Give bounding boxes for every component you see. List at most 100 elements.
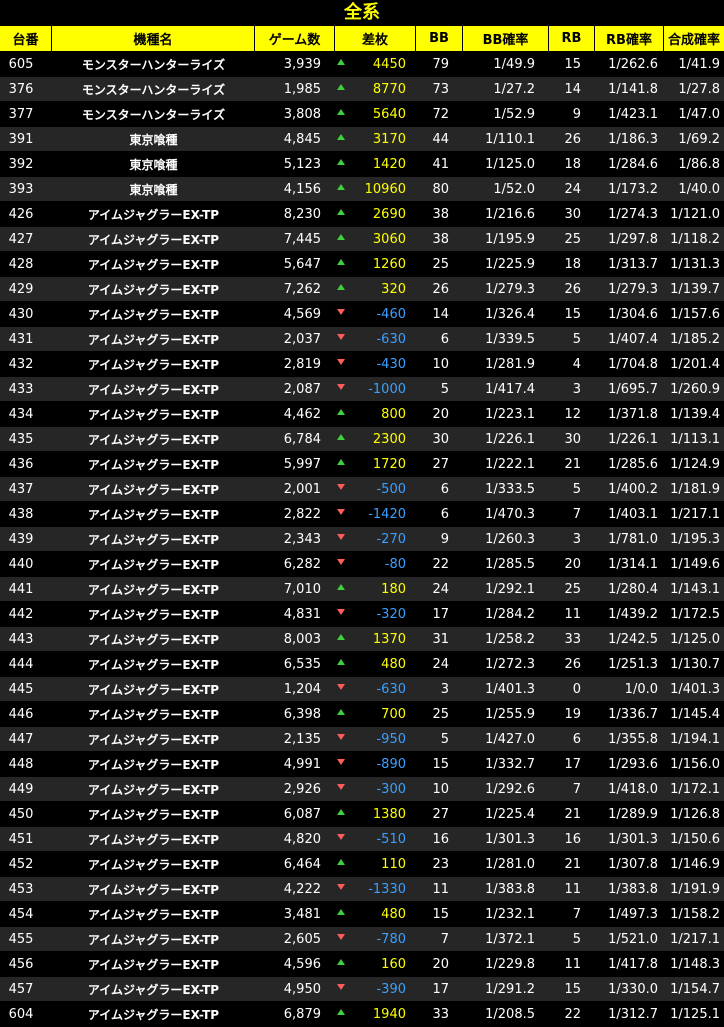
bb-probability-cell: 1/332.7	[463, 752, 549, 777]
machine-number-cell: 604	[0, 1002, 52, 1027]
rb-probability-cell: 1/330.0	[595, 977, 664, 1002]
machine-name-cell: アイムジャグラーEX-TP	[52, 477, 255, 502]
machine-name-cell: モンスターハンターライズ	[52, 52, 255, 77]
rb-count-cell: 3	[549, 527, 595, 552]
bb-probability-cell: 1/226.1	[463, 427, 549, 452]
game-count-cell: 6,464	[255, 852, 335, 877]
combined-probability-cell: 1/27.8	[664, 77, 724, 102]
rb-count-cell: 26	[549, 277, 595, 302]
rb-count-cell: 25	[549, 577, 595, 602]
game-count-cell: 3,481	[255, 902, 335, 927]
combined-probability-cell: 1/41.9	[664, 52, 724, 77]
bb-probability-cell: 1/470.3	[463, 502, 549, 527]
combined-probability-cell: 1/131.3	[664, 252, 724, 277]
bb-probability-cell: 1/383.8	[463, 877, 549, 902]
rb-probability-cell: 1/355.8	[595, 727, 664, 752]
bb-probability-cell: 1/27.2	[463, 77, 549, 102]
bb-count-cell: 7	[416, 927, 463, 952]
coin-difference-value: 1260	[372, 256, 406, 272]
rb-count-cell: 6	[549, 727, 595, 752]
table-row: 430 アイムジャグラーEX-TP 4,569 -460 14 1/326.4 15 1/30…	[0, 302, 724, 327]
combined-probability-cell: 1/154.7	[664, 977, 724, 1002]
machine-number-cell: 426	[0, 202, 52, 227]
game-count-cell: 1,985	[255, 77, 335, 102]
game-count-cell: 5,123	[255, 152, 335, 177]
bb-probability-cell: 1/333.5	[463, 477, 549, 502]
coin-difference-cell: 480	[335, 902, 416, 927]
bb-probability-cell: 1/372.1	[463, 927, 549, 952]
machine-number-cell: 437	[0, 477, 52, 502]
coin-difference-value: -890	[376, 756, 406, 772]
rb-count-cell: 15	[549, 52, 595, 77]
coin-difference-cell: -460	[335, 302, 416, 327]
game-count-cell: 6,087	[255, 802, 335, 827]
rb-probability-cell: 1/371.8	[595, 402, 664, 427]
bb-probability-cell: 1/222.1	[463, 452, 549, 477]
game-count-cell: 6,282	[255, 552, 335, 577]
bb-count-cell: 17	[416, 602, 463, 627]
down-arrow-icon	[337, 834, 345, 840]
machine-number-cell: 451	[0, 827, 52, 852]
rb-count-cell: 21	[549, 802, 595, 827]
game-count-cell: 1,204	[255, 677, 335, 702]
up-arrow-icon	[337, 134, 345, 140]
machine-name-cell: アイムジャグラーEX-TP	[52, 852, 255, 877]
machine-name-cell: アイムジャグラーEX-TP	[52, 527, 255, 552]
game-count-cell: 4,845	[255, 127, 335, 152]
table-row: 442 アイムジャグラーEX-TP 4,831 -320 17 1/284.2 11 1/43…	[0, 602, 724, 627]
coin-difference-cell: -630	[335, 677, 416, 702]
game-count-cell: 3,939	[255, 52, 335, 77]
table-row: 452 アイムジャグラーEX-TP 6,464 110 23 1/281.0 21 1/307…	[0, 852, 724, 877]
bb-count-cell: 6	[416, 327, 463, 352]
machine-number-cell: 433	[0, 377, 52, 402]
rb-count-cell: 15	[549, 302, 595, 327]
coin-difference-value: 2690	[372, 206, 406, 222]
combined-probability-cell: 1/194.1	[664, 727, 724, 752]
bb-count-cell: 16	[416, 827, 463, 852]
coin-difference-cell: 3170	[335, 127, 416, 152]
up-arrow-icon	[337, 184, 345, 190]
rb-count-cell: 11	[549, 602, 595, 627]
coin-difference-cell: -500	[335, 477, 416, 502]
rb-count-cell: 19	[549, 702, 595, 727]
rb-probability-cell: 1/314.1	[595, 552, 664, 577]
rb-probability-cell: 1/279.3	[595, 277, 664, 302]
data-sheet: 全系 台番 機種名 ゲーム数 差枚 BB BB確率 RB RB確率 合成確率 6…	[0, 0, 724, 1027]
rb-count-cell: 9	[549, 102, 595, 127]
coin-difference-cell: -950	[335, 727, 416, 752]
rb-count-cell: 0	[549, 677, 595, 702]
down-arrow-icon	[337, 534, 345, 540]
down-arrow-icon	[337, 359, 345, 365]
machine-name-cell: アイムジャグラーEX-TP	[52, 427, 255, 452]
rb-probability-cell: 1/301.3	[595, 827, 664, 852]
bb-probability-cell: 1/339.5	[463, 327, 549, 352]
coin-difference-value: -1000	[368, 381, 406, 397]
up-arrow-icon	[337, 209, 345, 215]
combined-probability-cell: 1/401.3	[664, 677, 724, 702]
combined-probability-cell: 1/125.1	[664, 1002, 724, 1027]
bb-count-cell: 80	[416, 177, 463, 202]
rb-probability-cell: 1/242.5	[595, 627, 664, 652]
machine-name-cell: アイムジャグラーEX-TP	[52, 302, 255, 327]
bb-probability-cell: 1/225.9	[463, 252, 549, 277]
header-row: 台番 機種名 ゲーム数 差枚 BB BB確率 RB RB確率 合成確率	[0, 26, 724, 52]
bb-probability-cell: 1/195.9	[463, 227, 549, 252]
rb-count-cell: 18	[549, 252, 595, 277]
game-count-cell: 4,156	[255, 177, 335, 202]
rb-count-cell: 24	[549, 177, 595, 202]
bb-count-cell: 44	[416, 127, 463, 152]
game-count-cell: 4,820	[255, 827, 335, 852]
combined-probability-cell: 1/124.9	[664, 452, 724, 477]
down-arrow-icon	[337, 609, 345, 615]
down-arrow-icon	[337, 734, 345, 740]
coin-difference-value: -510	[376, 831, 406, 847]
combined-probability-cell: 1/150.6	[664, 827, 724, 852]
machine-name-cell: アイムジャグラーEX-TP	[52, 802, 255, 827]
machine-number-cell: 436	[0, 452, 52, 477]
machine-name-cell: アイムジャグラーEX-TP	[52, 227, 255, 252]
game-count-cell: 7,010	[255, 577, 335, 602]
coin-difference-cell: -1330	[335, 877, 416, 902]
table-row: 451 アイムジャグラーEX-TP 4,820 -510 16 1/301.3 16 1/30…	[0, 827, 724, 852]
table-row: 392 東京喰種 5,123 1420 41 1/125.0 18 1/284.6 1/86.8	[0, 152, 724, 177]
rb-probability-cell: 1/0.0	[595, 677, 664, 702]
